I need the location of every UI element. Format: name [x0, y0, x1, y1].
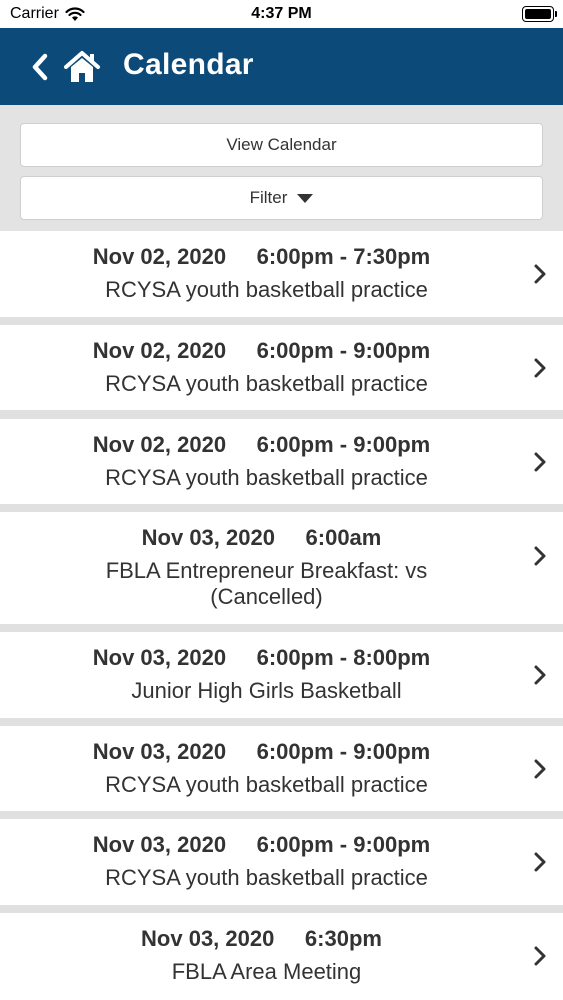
event-title: FBLA Entrepreneur Breakfast: vs (Cancell…: [105, 558, 428, 609]
event-title: RCYSA youth basketball practice: [105, 772, 428, 797]
chevron-right-icon: [534, 546, 546, 566]
event-title: RCYSA youth basketball practice: [105, 465, 428, 490]
event-date: Nov 03, 2020: [92, 739, 227, 764]
navigation-bar: Calendar: [0, 28, 563, 105]
event-row[interactable]: Nov 03, 2020 6:00pm - 8:00pm Junior High…: [0, 632, 563, 718]
event-title: RCYSA youth basketball practice: [105, 371, 428, 396]
event-datetime: Nov 02, 2020 6:00pm - 7:30pm: [0, 244, 523, 270]
event-datetime: Nov 03, 2020 6:00am: [0, 525, 523, 551]
chevron-right-icon: [534, 452, 546, 472]
event-date: Nov 03, 2020: [92, 645, 227, 670]
event-datetime: Nov 02, 2020 6:00pm - 9:00pm: [0, 432, 523, 458]
home-icon: [64, 51, 100, 82]
event-time: 6:00pm - 9:00pm: [256, 739, 431, 764]
status-bar: Carrier 4:37 PM: [0, 0, 563, 28]
event-row[interactable]: Nov 03, 2020 6:30pm FBLA Area Meeting: [0, 913, 563, 1000]
filter-label: Filter: [249, 188, 288, 207]
event-date: Nov 03, 2020: [141, 525, 275, 550]
event-time: 6:00pm - 9:00pm: [256, 432, 431, 457]
event-row[interactable]: Nov 02, 2020 6:00pm - 9:00pm RCYSA youth…: [0, 419, 563, 504]
caret-down-icon: [297, 193, 314, 203]
event-title: RCYSA youth basketball practice: [105, 277, 428, 302]
event-row[interactable]: Nov 03, 2020 6:00am FBLA Entrepreneur Br…: [0, 512, 563, 624]
event-title: RCYSA youth basketball practice: [105, 865, 428, 890]
event-row[interactable]: Nov 03, 2020 6:00pm - 9:00pm RCYSA youth…: [0, 726, 563, 811]
event-row[interactable]: Nov 03, 2020 6:00pm - 9:00pm RCYSA youth…: [0, 819, 563, 905]
event-row[interactable]: Nov 02, 2020 6:00pm - 9:00pm RCYSA youth…: [0, 325, 563, 410]
event-time: 6:00pm - 7:30pm: [256, 244, 431, 269]
chevron-right-icon: [534, 264, 546, 284]
event-datetime: Nov 03, 2020 6:30pm: [0, 926, 523, 952]
event-datetime: Nov 03, 2020 6:00pm - 9:00pm: [0, 832, 523, 858]
calendar-controls: View Calendar Filter: [0, 105, 563, 231]
chevron-right-icon: [534, 665, 546, 685]
home-button[interactable]: [63, 50, 101, 84]
event-time: 6:00pm - 9:00pm: [256, 338, 431, 363]
chevron-right-icon: [534, 946, 546, 966]
event-title: FBLA Area Meeting: [171, 959, 362, 984]
event-time: 6:00am: [305, 525, 382, 550]
event-date: Nov 02, 2020: [92, 244, 227, 269]
event-date: Nov 03, 2020: [141, 926, 275, 951]
chevron-right-icon: [534, 852, 546, 872]
event-date: Nov 02, 2020: [92, 338, 227, 363]
event-datetime: Nov 03, 2020 6:00pm - 8:00pm: [0, 645, 523, 671]
event-date: Nov 03, 2020: [92, 832, 227, 857]
event-row[interactable]: Nov 02, 2020 6:00pm - 7:30pm RCYSA youth…: [0, 231, 563, 317]
chevron-right-icon: [534, 759, 546, 779]
event-datetime: Nov 02, 2020 6:00pm - 9:00pm: [0, 338, 523, 364]
chevron-right-icon: [534, 358, 546, 378]
view-calendar-label: View Calendar: [226, 135, 337, 154]
view-calendar-button[interactable]: View Calendar: [20, 123, 543, 167]
filter-button[interactable]: Filter: [20, 176, 543, 220]
event-time: 6:30pm: [304, 926, 382, 951]
event-time: 6:00pm - 9:00pm: [256, 832, 431, 857]
back-button[interactable]: [26, 52, 54, 82]
event-date: Nov 02, 2020: [92, 432, 227, 457]
status-time: 4:37 PM: [251, 5, 312, 22]
event-time: 6:00pm - 8:00pm: [256, 645, 431, 670]
battery-icon: [522, 6, 557, 22]
chevron-left-icon: [32, 53, 48, 81]
event-datetime: Nov 03, 2020 6:00pm - 9:00pm: [0, 739, 523, 765]
event-title: Junior High Girls Basketball: [131, 678, 402, 703]
page-title: Calendar: [123, 48, 254, 81]
